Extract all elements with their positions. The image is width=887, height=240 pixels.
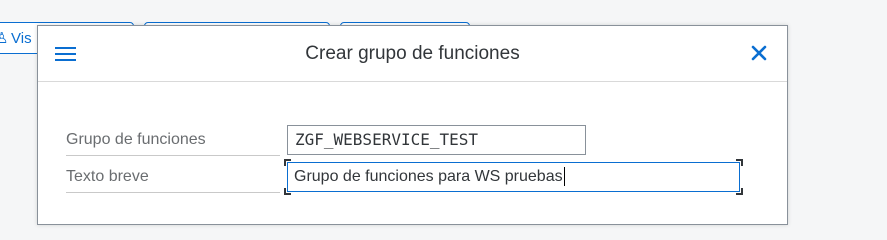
text-caret xyxy=(563,167,565,187)
focus-corner xyxy=(284,159,291,166)
short-text-input[interactable]: Grupo de funciones para WS pruebas xyxy=(284,159,743,195)
short-text-label: Texto breve xyxy=(66,161,280,193)
focus-corner xyxy=(736,188,743,195)
dialog-header: Crear grupo de funciones xyxy=(38,26,787,82)
background-button-1-label: Vis xyxy=(11,30,32,47)
short-text-value: Grupo de funciones para WS pruebas xyxy=(294,168,563,185)
create-function-group-dialog: Crear grupo de funciones Grupo de funcio… xyxy=(37,25,788,225)
function-group-label: Grupo de funciones xyxy=(66,124,280,156)
close-icon[interactable] xyxy=(749,43,769,63)
person-icon: ♙ xyxy=(0,29,9,47)
function-group-input[interactable]: ZGF_WEBSERVICE_TEST xyxy=(287,125,586,155)
dialog-title: Crear grupo de funciones xyxy=(305,43,520,64)
focus-corner xyxy=(284,188,291,195)
focus-corner xyxy=(736,159,743,166)
